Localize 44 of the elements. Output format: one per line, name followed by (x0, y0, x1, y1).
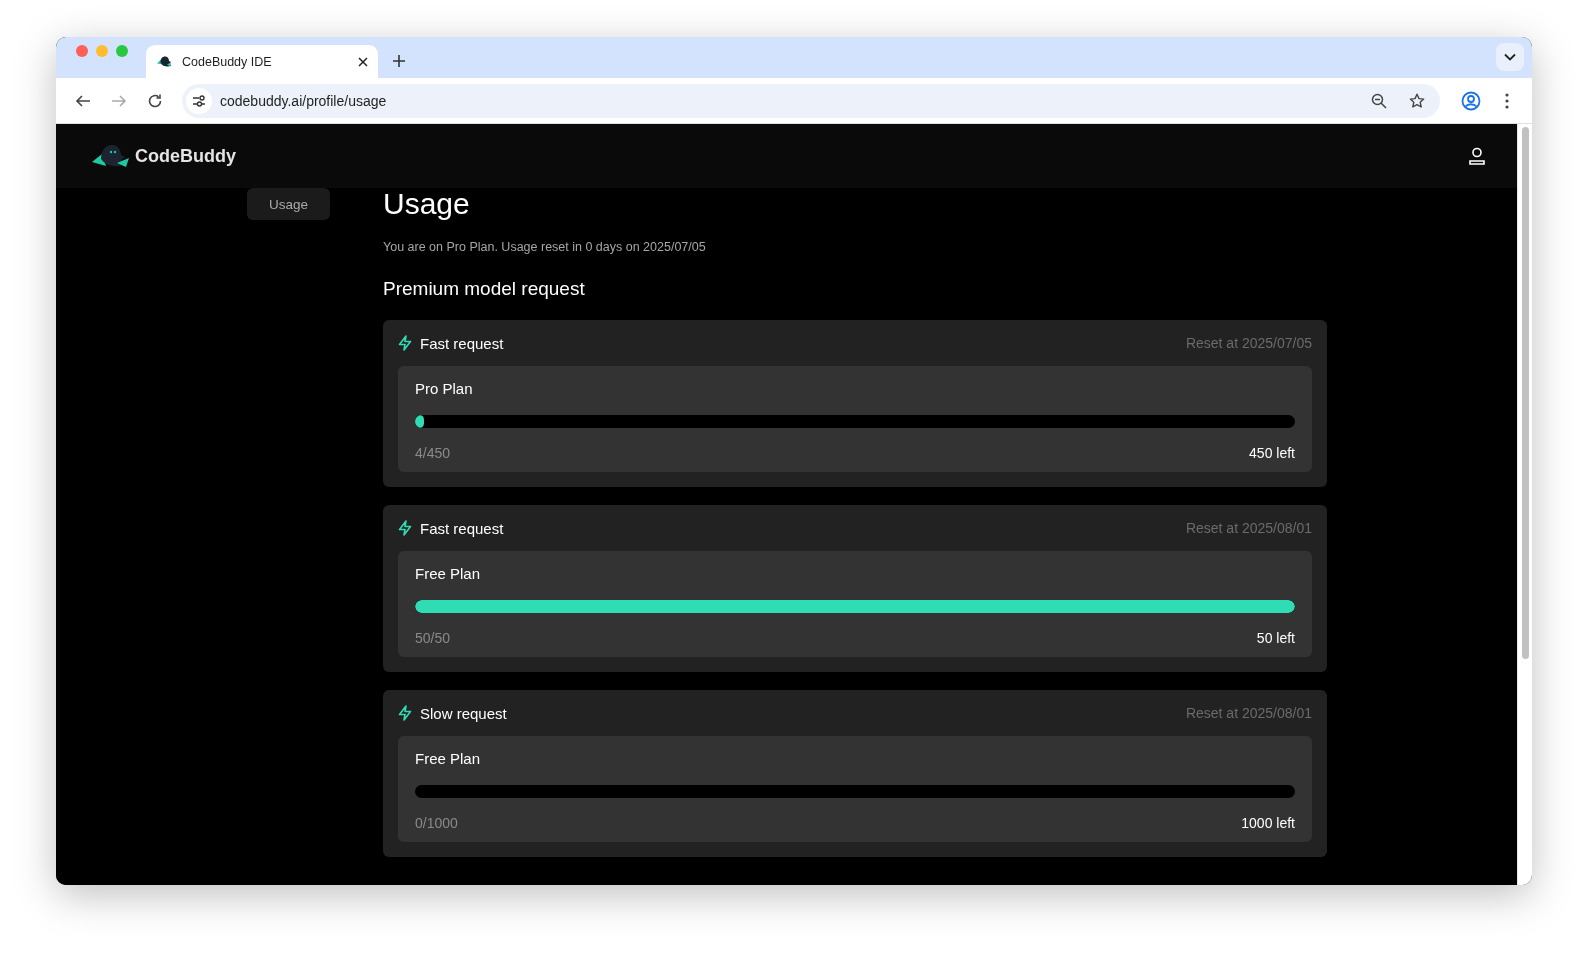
reset-date: Reset at 2025/08/01 (1185, 520, 1312, 536)
reload-icon (147, 92, 163, 109)
ghost-logo-icon (91, 143, 131, 169)
plan-summary: You are on Pro Plan. Usage reset in 0 days on 2025/07/05 (383, 240, 707, 254)
remaining-count: 1000 left (1241, 814, 1295, 832)
plan-name: Pro Plan (415, 380, 474, 398)
ghost-logo-icon (156, 54, 172, 69)
usage-count: 50/50 (415, 629, 451, 647)
request-type: Fast request (420, 519, 505, 537)
brand-name: CodeBuddy (135, 145, 236, 167)
page-title: Usage (383, 186, 471, 222)
remaining-count: 450 left (1249, 444, 1295, 462)
request-type: Slow request (420, 704, 508, 722)
url-text: codebuddy.ai/profile/usage (220, 92, 388, 109)
back-arrow-icon (75, 92, 91, 109)
usage-count: 0/1000 (415, 814, 458, 832)
profile-icon (1461, 90, 1481, 111)
star-icon (1409, 92, 1425, 109)
lightning-icon (398, 520, 412, 536)
lightning-icon (398, 705, 412, 721)
plus-icon (392, 54, 406, 68)
lightning-icon (398, 335, 412, 351)
sliders-icon (192, 94, 206, 107)
address-bar[interactable]: codebuddy.ai/profile/usage (182, 83, 1440, 118)
chevron-down-icon (1504, 53, 1516, 61)
browser-tab[interactable]: CodeBuddy IDE (146, 45, 378, 78)
close-tab-icon[interactable] (358, 56, 368, 67)
plan-name: Free Plan (415, 750, 482, 768)
sidebar-item[interactable]: Usage (247, 188, 330, 220)
section-heading: Premium model request (383, 278, 586, 300)
site-settings-button[interactable] (186, 87, 212, 114)
request-type: Fast request (420, 334, 505, 352)
account-button[interactable] (1469, 147, 1485, 165)
reset-date: Reset at 2025/07/05 (1185, 335, 1312, 351)
usage-count: 4/450 (415, 444, 451, 462)
remaining-count: 50 left (1256, 629, 1295, 647)
more-vertical-icon (1505, 92, 1509, 109)
plan-name: Free Plan (415, 565, 482, 583)
user-icon (1469, 147, 1485, 165)
tab-list-button[interactable] (1496, 43, 1524, 71)
reset-date: Reset at 2025/08/01 (1185, 705, 1312, 721)
zoom-out-icon (1371, 92, 1387, 109)
new-tab-button[interactable] (390, 52, 408, 70)
forward-arrow-icon (111, 92, 127, 109)
